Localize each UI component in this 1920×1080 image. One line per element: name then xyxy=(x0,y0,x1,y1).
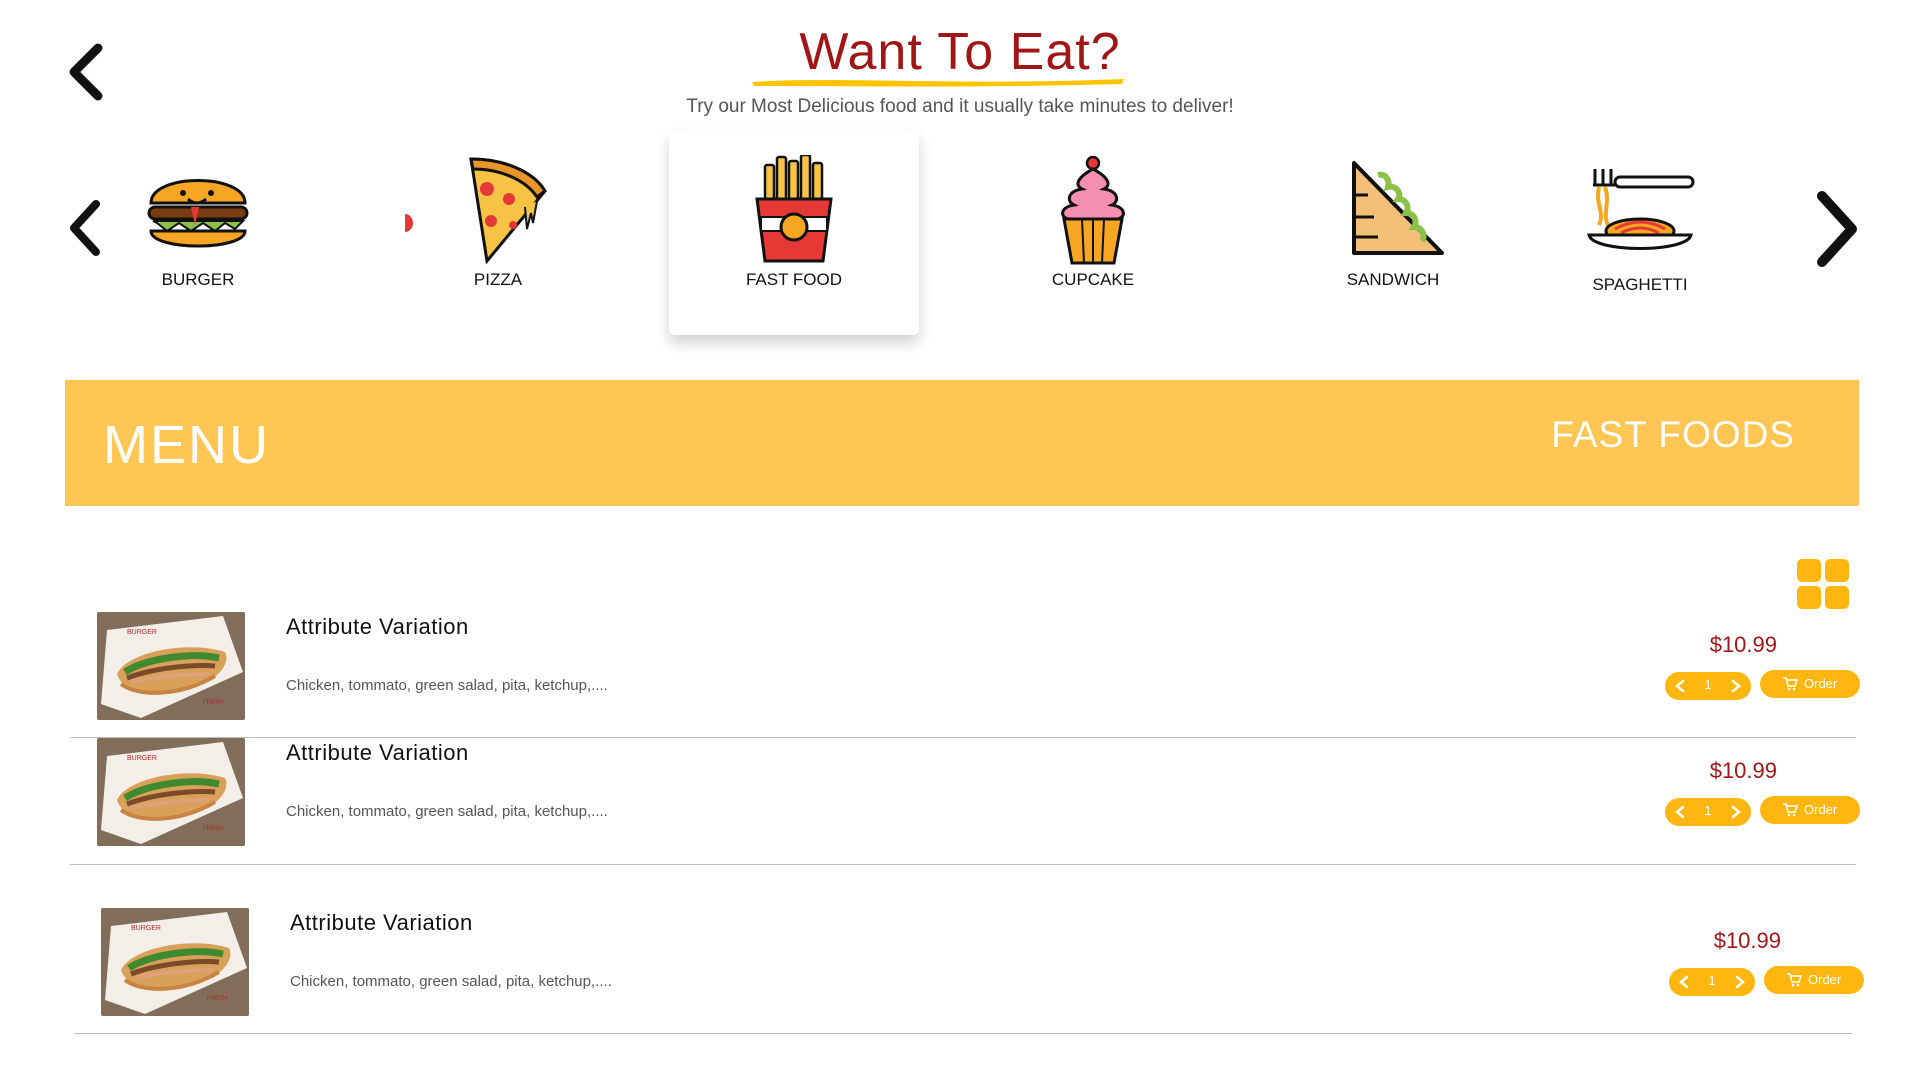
item-name: Attribute Variation xyxy=(290,910,473,935)
row-divider xyxy=(74,1033,1852,1034)
food-image xyxy=(101,908,249,1016)
increment-button[interactable] xyxy=(1733,974,1747,990)
carousel-next-button[interactable] xyxy=(1812,190,1862,268)
menu-heading: MENU xyxy=(103,415,270,475)
page-subtitle: Try our Most Delicious food and it usual… xyxy=(686,96,1234,117)
order-label: Order xyxy=(1804,676,1838,691)
cart-icon xyxy=(1783,677,1798,691)
category-sandwich[interactable]: SANDWICH xyxy=(1268,130,1518,330)
quantity-stepper: 1 xyxy=(1669,968,1755,996)
menu-banner: MENU FAST FOODS xyxy=(65,380,1859,506)
row-divider xyxy=(70,864,1856,865)
increment-button[interactable] xyxy=(1729,804,1743,820)
quantity-value[interactable]: 1 xyxy=(1695,803,1721,821)
food-image xyxy=(97,612,245,720)
spaghetti-icon xyxy=(1587,169,1695,250)
order-button[interactable]: Order xyxy=(1764,966,1864,994)
item-name: Attribute Variation xyxy=(286,614,469,639)
menu-item-row: Attribute Variation Chicken, tommato, gr… xyxy=(70,738,1860,864)
category-label: FAST FOOD xyxy=(745,270,843,289)
quantity-value[interactable]: 1 xyxy=(1695,677,1721,695)
increment-button[interactable] xyxy=(1729,678,1743,694)
title-underline xyxy=(752,79,1124,87)
category-label: CUPCAKE xyxy=(1051,270,1135,289)
category-spaghetti[interactable]: SPAGHETTI xyxy=(1515,130,1765,330)
item-description: Chicken, tommato, green salad, pita, ket… xyxy=(286,677,608,694)
item-price: $10.99 xyxy=(1713,928,1781,953)
cart-icon xyxy=(1783,803,1798,817)
category-pizza[interactable]: PIZZA xyxy=(373,130,623,330)
item-description: Chicken, tommato, green salad, pita, ket… xyxy=(286,803,608,820)
cupcake-icon xyxy=(1061,155,1125,265)
item-price: $10.99 xyxy=(1709,758,1777,783)
decrement-button[interactable] xyxy=(1677,974,1691,990)
order-label: Order xyxy=(1808,972,1842,987)
grid-view-button[interactable] xyxy=(1797,559,1849,609)
food-image xyxy=(97,738,245,846)
decrement-button[interactable] xyxy=(1673,678,1687,694)
category-title: FAST FOODS xyxy=(1551,414,1795,455)
category-label: SANDWICH xyxy=(1346,270,1440,289)
quantity-value[interactable]: 1 xyxy=(1699,973,1725,991)
order-button[interactable]: Order xyxy=(1760,796,1860,824)
quantity-stepper: 1 xyxy=(1665,672,1751,700)
category-label: BURGER xyxy=(161,270,235,289)
pizza-icon xyxy=(469,157,547,265)
quantity-stepper: 1 xyxy=(1665,798,1751,826)
item-price: $10.99 xyxy=(1709,632,1777,657)
page-title: Want To Eat? xyxy=(799,23,1121,81)
fries-icon xyxy=(755,155,833,263)
category-cupcake[interactable]: CUPCAKE xyxy=(968,130,1218,330)
menu-item-row: Attribute Variation Chicken, tommato, gr… xyxy=(74,908,1864,1034)
order-button[interactable]: Order xyxy=(1760,670,1860,698)
category-fast-food[interactable]: FAST FOOD xyxy=(669,130,919,335)
decrement-button[interactable] xyxy=(1673,804,1687,820)
item-name: Attribute Variation xyxy=(286,740,469,765)
category-label: PIZZA xyxy=(473,270,523,289)
grid-icon xyxy=(1797,559,1849,609)
sandwich-icon xyxy=(1352,161,1444,255)
cart-icon xyxy=(1787,973,1802,987)
burger-icon xyxy=(147,179,249,248)
order-label: Order xyxy=(1804,802,1838,817)
category-label: SPAGHETTI xyxy=(1592,275,1688,294)
category-burger[interactable]: BURGER xyxy=(73,130,323,330)
chevron-right-icon xyxy=(1817,191,1857,267)
item-description: Chicken, tommato, green salad, pita, ket… xyxy=(290,973,612,990)
menu-item-row: Attribute Variation Chicken, tommato, gr… xyxy=(70,612,1860,738)
